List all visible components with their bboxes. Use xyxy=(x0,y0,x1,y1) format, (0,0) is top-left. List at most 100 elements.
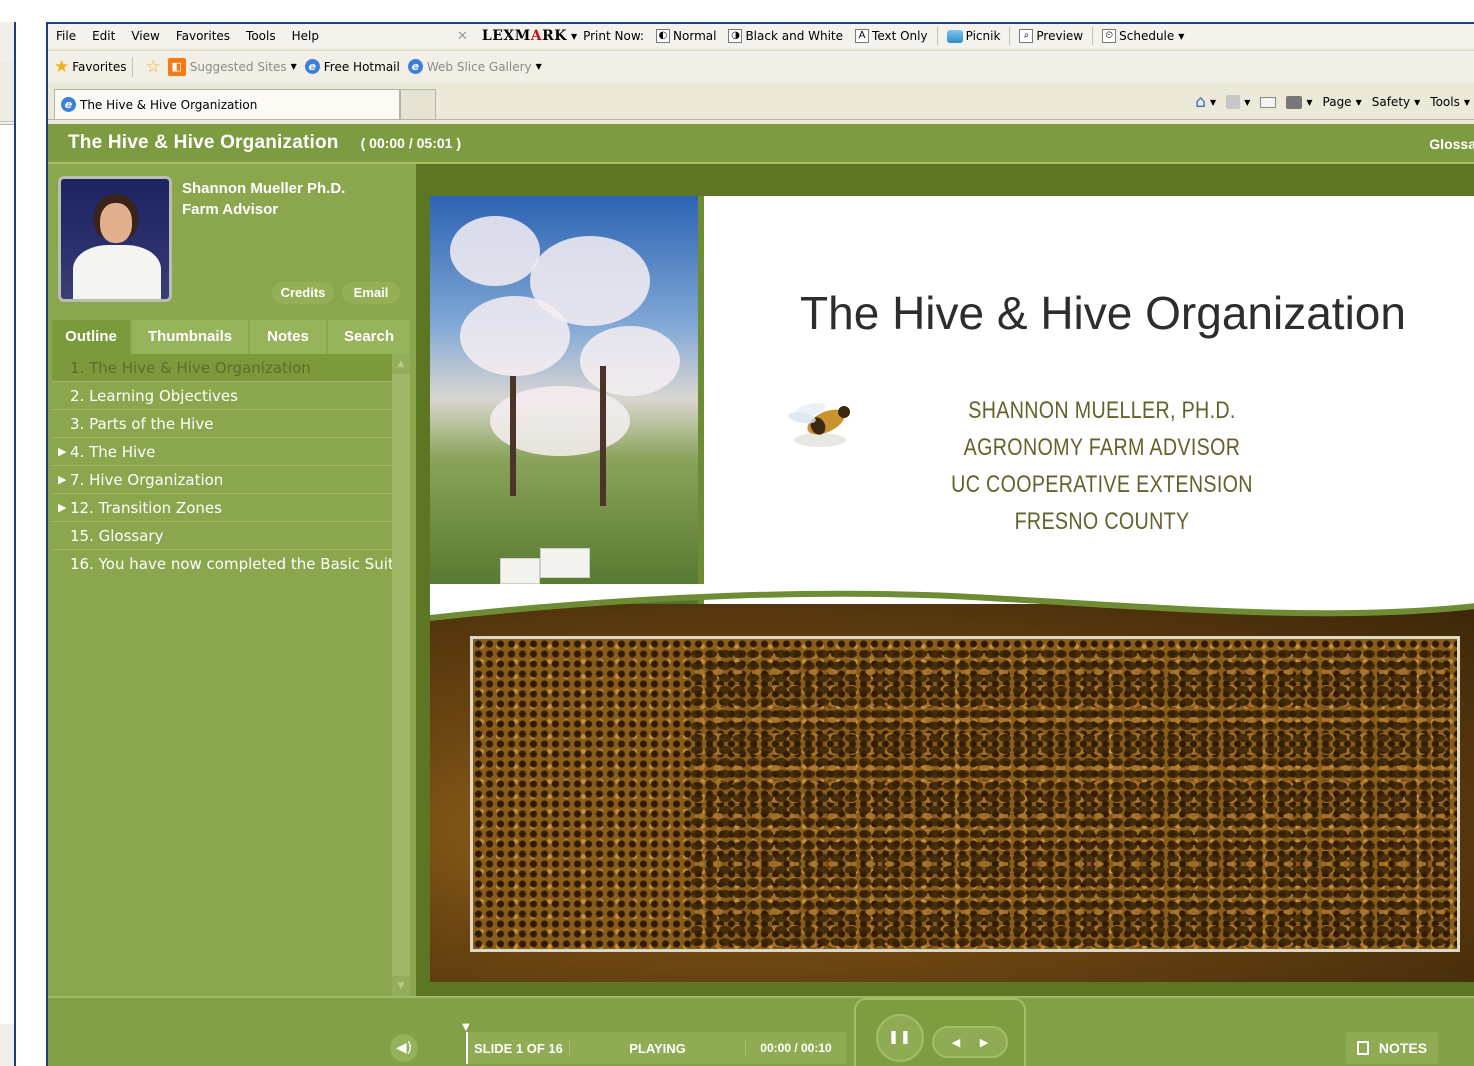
favorites-star-icon: ★ xyxy=(54,56,70,77)
slide-line: SHANNON MUELLER, PH.D. xyxy=(968,397,1236,424)
volume-icon[interactable]: ◀) xyxy=(390,1034,418,1062)
slide-title: The Hive & Hive Organization xyxy=(800,287,1406,339)
color-print-icon: ◐ xyxy=(656,29,671,43)
free-hotmail-link[interactable]: Free Hotmail xyxy=(324,60,400,74)
email-button[interactable]: Email xyxy=(342,282,400,304)
presenter-name: Shannon Mueller Ph.D. xyxy=(182,180,346,197)
background-window-content xyxy=(0,124,14,1024)
scroll-up-icon[interactable]: ▲ xyxy=(392,354,410,374)
print-now-label: Print Now: xyxy=(583,29,645,43)
presenter-title: Farm Advisor xyxy=(182,201,279,218)
expand-arrow-icon[interactable]: ▶ xyxy=(58,466,66,493)
preview-button[interactable]: ⌕ Preview xyxy=(1013,26,1089,46)
chevron-down-icon: ▼ xyxy=(1178,31,1185,41)
favorites-button[interactable]: Favorites xyxy=(72,60,126,74)
preview-icon: ⌕ xyxy=(1019,29,1034,43)
tab-outline[interactable]: Outline xyxy=(52,320,130,354)
slide-line: UC COOPERATIVE EXTENSION xyxy=(951,471,1253,498)
expand-arrow-icon[interactable]: ▶ xyxy=(58,438,66,465)
print-text-only-button[interactable]: A Text Only xyxy=(849,26,934,46)
rss-icon xyxy=(1226,95,1241,109)
feeds-button[interactable]: ▼ xyxy=(1226,95,1250,109)
bee-cluster xyxy=(690,648,1450,948)
player-header: The Hive & Hive Organization ( 00:00 / 0… xyxy=(48,124,1474,164)
print-black-white-button[interactable]: ◑ Black and White xyxy=(722,26,849,46)
pause-button[interactable]: ❚❚ xyxy=(876,1014,924,1062)
sidebar-tabs: Outline Thumbnails Notes Search xyxy=(52,320,412,354)
presentation-player: The Hive & Hive Organization ( 00:00 / 0… xyxy=(48,124,1474,1066)
web-slice-gallery-link[interactable]: Web Slice Gallery xyxy=(427,60,532,74)
background-window-toolbar xyxy=(0,62,14,122)
outline-item[interactable]: 1. The Hive & Hive Organization xyxy=(52,354,392,382)
close-toolbar-icon[interactable]: ✕ xyxy=(457,29,468,44)
suggested-sites-icon: ◧ xyxy=(167,57,186,76)
slide-line: AGRONOMY FARM ADVISOR xyxy=(963,434,1241,461)
scroll-down-icon[interactable]: ▼ xyxy=(392,976,410,996)
add-favorite-icon[interactable]: ☆ xyxy=(145,57,160,77)
print-normal-button[interactable]: ◐ Normal xyxy=(650,26,722,46)
presentation-title: The Hive & Hive Organization xyxy=(68,132,339,153)
menu-tools[interactable]: Tools xyxy=(238,29,284,43)
outline-item[interactable]: 2. Learning Objectives xyxy=(52,382,392,410)
slide-time: 00:00 / 00:10 xyxy=(760,1041,832,1055)
previous-slide-icon[interactable]: ◀ xyxy=(952,1036,960,1049)
glossary-link[interactable]: Glossa xyxy=(1429,124,1474,164)
print-button[interactable]: ▼ xyxy=(1286,95,1313,109)
menu-favorites[interactable]: Favorites xyxy=(168,29,238,43)
printer-icon xyxy=(1286,95,1303,109)
page-menu[interactable]: Page ▼ xyxy=(1323,95,1362,109)
presenter-info: Shannon Mueller Ph.D. Farm Advisor xyxy=(182,178,345,220)
chevron-down-icon[interactable]: ▼ xyxy=(291,62,297,71)
notes-icon xyxy=(1356,1041,1369,1055)
menu-help[interactable]: Help xyxy=(284,29,327,43)
text-print-icon: A xyxy=(855,29,870,43)
lexmark-logo[interactable]: LEXMARK xyxy=(482,28,567,44)
chevron-down-icon[interactable]: ▼ xyxy=(536,62,542,71)
tab-thumbnails[interactable]: Thumbnails xyxy=(132,320,248,354)
playback-status[interactable]: SLIDE 1 OF 16 PLAYING 00:00 / 00:10 xyxy=(466,1032,846,1064)
notes-button[interactable]: NOTES xyxy=(1346,1032,1438,1064)
outline-scrollbar[interactable]: ▲ ▼ xyxy=(392,354,410,996)
suggested-sites-link[interactable]: Suggested Sites xyxy=(190,60,287,74)
browser-tab-title: The Hive & Hive Organization xyxy=(80,97,258,112)
orchard-photo xyxy=(430,196,698,620)
command-bar: ⌂ ▼ ▼ ▼ Page ▼ Safety ▼ Tools ▼ xyxy=(1195,92,1470,112)
menu-edit[interactable]: Edit xyxy=(84,29,123,43)
schedule-button[interactable]: ⏲ Schedule ▼ xyxy=(1096,26,1190,46)
slide-line: FRESNO COUNTY xyxy=(1014,508,1190,535)
tab-search[interactable]: Search xyxy=(328,320,410,354)
read-mail-button[interactable] xyxy=(1260,96,1277,108)
safety-menu[interactable]: Safety ▼ xyxy=(1372,95,1421,109)
tools-menu[interactable]: Tools ▼ xyxy=(1430,95,1470,109)
slide-counter: SLIDE 1 OF 16 xyxy=(468,1040,570,1056)
schedule-icon: ⏲ xyxy=(1102,29,1117,43)
playback-state: PLAYING xyxy=(570,1040,746,1056)
outline-item[interactable]: 16. You have now completed the Basic Sui… xyxy=(52,550,392,578)
outline-item[interactable]: ▶ 7. Hive Organization xyxy=(52,466,392,494)
ie-icon: e xyxy=(407,59,423,74)
ie-icon: e xyxy=(61,97,76,112)
presentation-time: ( 00:00 / 05:01 ) xyxy=(360,135,461,151)
background-window-edge xyxy=(0,22,16,1066)
expand-arrow-icon[interactable]: ▶ xyxy=(58,494,66,521)
credits-button[interactable]: Credits xyxy=(272,282,334,304)
presenter-photo xyxy=(58,176,172,302)
outline-item[interactable]: 3. Parts of the Hive xyxy=(52,410,392,438)
new-tab-button[interactable] xyxy=(400,89,436,119)
outline-item[interactable]: 15. Glossary xyxy=(52,522,392,550)
slide-nav: ◀ ▶ xyxy=(932,1026,1008,1058)
slide-subtitle: SHANNON MUELLER, PH.D. AGRONOMY FARM ADV… xyxy=(863,392,1342,540)
browser-window: File Edit View Favorites Tools Help ✕ LE… xyxy=(46,22,1474,1066)
outline-item[interactable]: ▶ 4. The Hive xyxy=(52,438,392,466)
menu-file[interactable]: File xyxy=(48,29,84,43)
home-button[interactable]: ⌂ ▼ xyxy=(1195,92,1216,112)
tab-notes[interactable]: Notes xyxy=(250,320,326,354)
bee-icon xyxy=(788,402,850,447)
next-slide-icon[interactable]: ▶ xyxy=(980,1036,988,1049)
ie-icon: e xyxy=(304,59,320,74)
outline-item[interactable]: ▶ 12. Transition Zones xyxy=(52,494,392,522)
picnik-button[interactable]: Picnik xyxy=(941,26,1007,46)
menu-view[interactable]: View xyxy=(123,29,167,43)
browser-tab-active[interactable]: e The Hive & Hive Organization xyxy=(54,89,400,119)
player-controls: ◀) ▼ SLIDE 1 OF 16 PLAYING 00:00 / 00:10… xyxy=(48,996,1474,1066)
